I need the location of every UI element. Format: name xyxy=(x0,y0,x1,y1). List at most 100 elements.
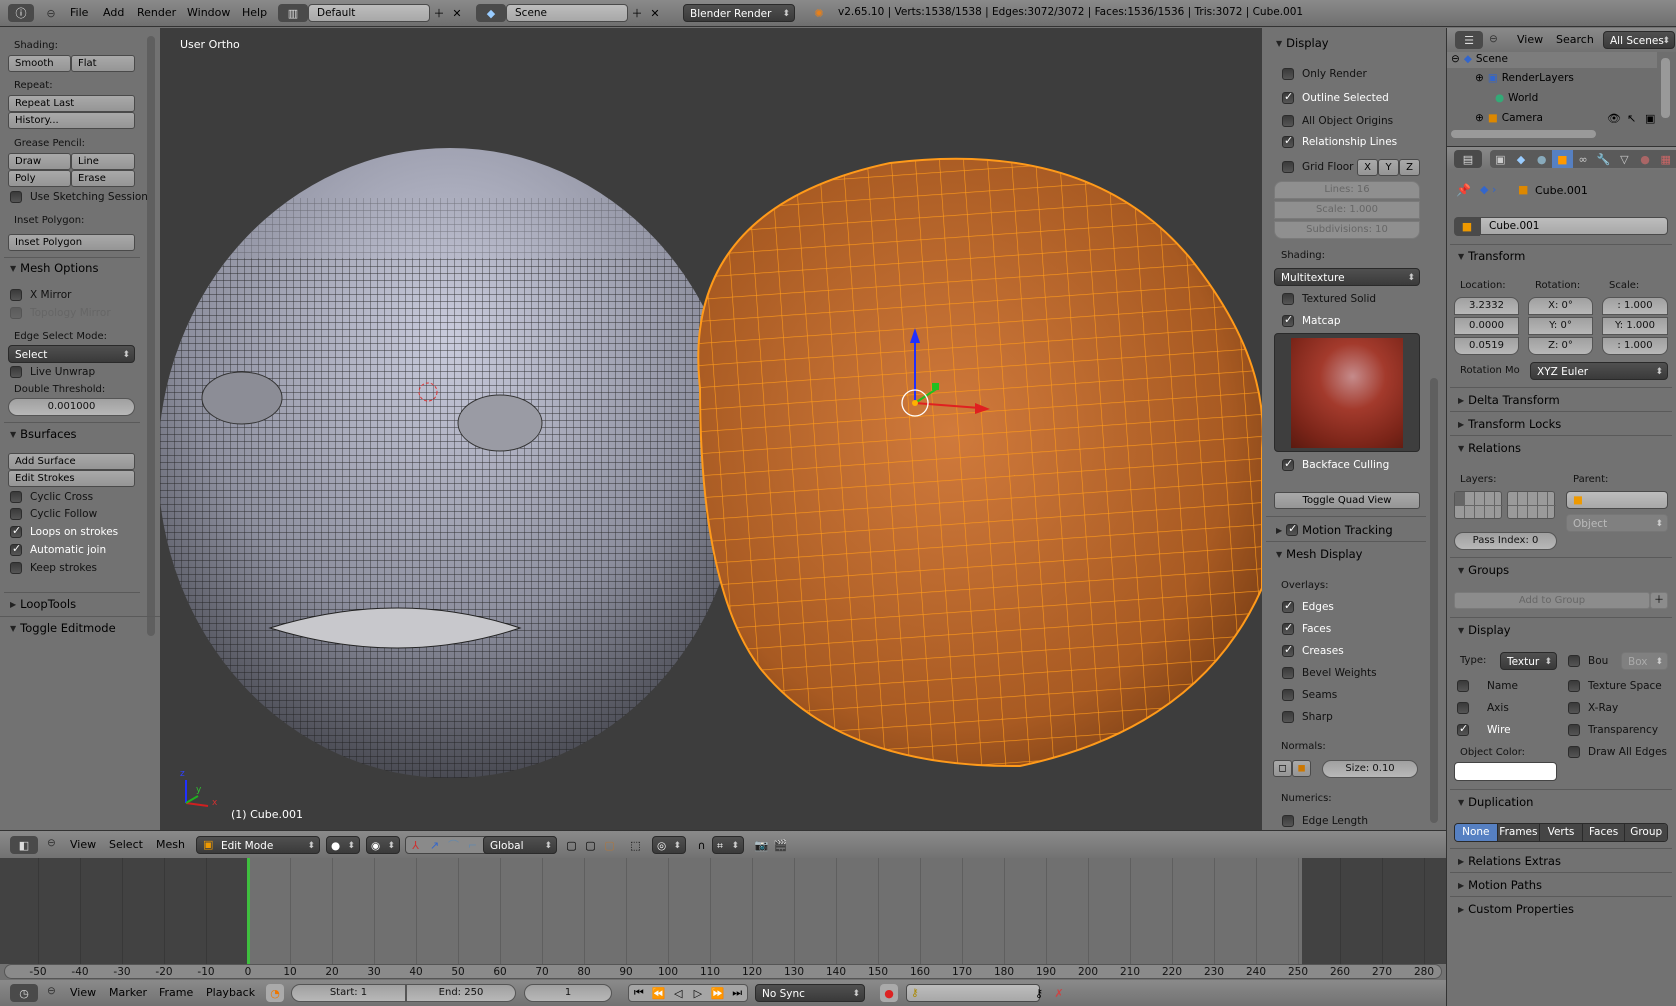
rotation-y-field[interactable]: Y: 0° xyxy=(1528,317,1593,335)
object-browse-icon[interactable]: ■ xyxy=(1454,217,1480,236)
toggle-quad-view-button[interactable]: Toggle Quad View xyxy=(1274,492,1420,509)
mesh-options-panel-header[interactable]: ▼ Mesh Options xyxy=(10,261,98,275)
modifiers-tab-icon[interactable]: 🔧 xyxy=(1593,150,1614,168)
dup-faces-option[interactable]: Faces xyxy=(1581,824,1625,841)
draw-button[interactable]: Draw xyxy=(8,153,71,170)
grid-axis-z-toggle[interactable]: Z xyxy=(1399,159,1420,176)
bevel-weights-checkbox[interactable]: Bevel Weights xyxy=(1282,667,1377,679)
inset-polygon-button[interactable]: Inset Polygon xyxy=(8,234,135,251)
transform-panel-header[interactable]: ▼ Transform xyxy=(1458,249,1525,263)
outliner-horizontal-scrollbar[interactable] xyxy=(1451,130,1596,138)
render-engine-dropdown[interactable]: Blender Render xyxy=(683,4,795,23)
toggle-editmode-panel-header[interactable]: ▼ Toggle Editmode xyxy=(10,621,116,635)
grid-floor-checkbox[interactable]: Grid Floor xyxy=(1282,161,1354,173)
menu-file[interactable]: File xyxy=(70,6,88,19)
edge-select-icon[interactable]: ▢ xyxy=(581,836,600,854)
parent-type-dropdown[interactable]: Object xyxy=(1566,514,1668,533)
checkbox-icon[interactable] xyxy=(1282,313,1294,327)
checkbox-icon[interactable] xyxy=(10,508,22,520)
bounds-type-dropdown[interactable]: Box xyxy=(1621,652,1668,671)
manipulator-toggle-icon[interactable]: ⅄ xyxy=(406,837,425,853)
auto-keying-record-icon[interactable]: ● xyxy=(880,984,898,1002)
scale-manipulator-icon[interactable]: ⌐ xyxy=(463,837,482,853)
sharp-checkbox[interactable]: Sharp xyxy=(1282,711,1333,723)
outliner-item-renderlayers[interactable]: ⊕ ▣ RenderLayers xyxy=(1475,72,1574,84)
edit-strokes-button[interactable]: Edit Strokes xyxy=(8,470,135,487)
textured-solid-checkbox[interactable]: Textured Solid xyxy=(1282,293,1376,305)
timeline-menu-marker[interactable]: Marker xyxy=(109,986,147,999)
checkbox-icon[interactable] xyxy=(10,191,22,203)
timeline-menu-view[interactable]: View xyxy=(70,986,96,999)
groups-panel-header[interactable]: ▼ Groups xyxy=(1458,563,1509,577)
double-threshold-field[interactable]: 0.001000 xyxy=(8,398,135,416)
outliner-menu-view[interactable]: View xyxy=(1517,33,1543,46)
delete-keyframe-icon[interactable]: ✗ xyxy=(1050,984,1068,1002)
add-surface-button[interactable]: Add Surface xyxy=(8,453,135,470)
checkbox-icon[interactable] xyxy=(10,524,22,538)
checkbox-icon[interactable] xyxy=(1282,711,1294,723)
face-select-icon[interactable]: ▢ xyxy=(600,836,619,854)
outline-selected-checkbox[interactable]: Outline Selected xyxy=(1282,90,1389,104)
current-frame-field[interactable]: 1 xyxy=(524,984,612,1002)
material-tab-icon[interactable]: ● xyxy=(1635,150,1656,168)
axis-checkbox[interactable]: Axis xyxy=(1457,702,1509,714)
location-z-field[interactable]: 0.0519 xyxy=(1454,337,1519,355)
transform-orientation-dropdown[interactable]: Global xyxy=(483,836,557,855)
texture-tab-icon[interactable]: ▦ xyxy=(1655,150,1676,168)
expand-icon[interactable]: ⊕ xyxy=(1475,112,1484,124)
end-frame-field[interactable]: End: 250 xyxy=(406,984,516,1002)
checkbox-icon[interactable] xyxy=(1282,815,1294,827)
orange-head-mesh-selected[interactable] xyxy=(697,157,1262,768)
collapse-menu-icon[interactable]: ⊖ xyxy=(1489,33,1498,45)
delta-transform-panel-header[interactable]: ▶ Delta Transform xyxy=(1458,393,1560,407)
dup-verts-option[interactable]: Verts xyxy=(1539,824,1582,841)
cyclic-follow-checkbox[interactable]: Cyclic Follow xyxy=(10,508,97,520)
checkbox-icon[interactable] xyxy=(1568,655,1580,667)
collapse-icon[interactable]: ⊖ xyxy=(1451,53,1460,65)
info-editor-type-icon[interactable]: ⓘ xyxy=(8,4,34,22)
history-button[interactable]: History... xyxy=(8,112,135,129)
world-tab-icon[interactable]: ● xyxy=(1531,150,1552,168)
vertex-normals-toggle-icon[interactable]: ◻ xyxy=(1273,760,1292,777)
scale-x-field[interactable]: : 1.000 xyxy=(1602,297,1668,315)
object-tab-icon[interactable]: ■ xyxy=(1552,150,1573,168)
bounds-checkbox[interactable]: Bou xyxy=(1568,655,1608,667)
sync-mode-dropdown[interactable]: No Sync xyxy=(755,984,865,1003)
checkbox-icon[interactable] xyxy=(10,307,22,319)
timeline-area[interactable] xyxy=(0,858,1446,964)
scene-layers-grid-2[interactable] xyxy=(1507,491,1556,519)
only-render-checkbox[interactable]: Only Render xyxy=(1282,68,1367,80)
smooth-button[interactable]: Smooth xyxy=(8,55,71,72)
line-button[interactable]: Line xyxy=(71,153,135,170)
translate-manipulator-icon[interactable]: ↗ xyxy=(425,837,444,853)
checkbox-icon[interactable] xyxy=(1568,702,1580,714)
grid-axis-x-toggle[interactable]: X xyxy=(1357,159,1378,176)
data-tab-icon[interactable]: ▽ xyxy=(1614,150,1635,168)
x-mirror-checkbox[interactable]: X Mirror xyxy=(10,289,71,301)
previous-keyframe-icon[interactable]: ⏪ xyxy=(649,985,669,1001)
menu-window[interactable]: Window xyxy=(187,6,230,19)
expand-icon[interactable]: ⊕ xyxy=(1475,72,1484,84)
delete-scene-icon[interactable]: ✕ xyxy=(646,4,664,22)
vertex-select-icon[interactable]: ▢ xyxy=(562,836,581,854)
duplication-panel-header[interactable]: ▼ Duplication xyxy=(1458,795,1533,809)
menu-select[interactable]: Select xyxy=(109,838,143,851)
checkbox-icon[interactable] xyxy=(1282,115,1294,127)
menu-render[interactable]: Render xyxy=(137,6,176,19)
display-panel-header[interactable]: ▼ Display xyxy=(1458,623,1511,637)
display-type-dropdown[interactable]: Textur xyxy=(1500,652,1557,671)
constraints-tab-icon[interactable]: ∞ xyxy=(1573,150,1594,168)
all-object-origins-checkbox[interactable]: All Object Origins xyxy=(1282,115,1393,127)
timeline-menu-frame[interactable]: Frame xyxy=(159,986,193,999)
grid-scale-field[interactable]: Scale: 1.000 xyxy=(1274,201,1420,219)
grid-axis-y-toggle[interactable]: Y xyxy=(1378,159,1399,176)
pivot-point-dropdown[interactable]: ◉ xyxy=(366,836,400,855)
texture-space-checkbox[interactable]: Texture Space xyxy=(1568,680,1662,692)
collapse-menu-icon[interactable]: ⊖ xyxy=(47,985,56,997)
menu-view[interactable]: View xyxy=(70,838,96,851)
add-scene-icon[interactable]: ＋ xyxy=(628,4,646,22)
object-name-field[interactable]: Cube.001 xyxy=(1480,217,1668,235)
play-icon[interactable]: ▷ xyxy=(688,985,708,1001)
checkbox-icon[interactable] xyxy=(10,491,22,503)
location-y-field[interactable]: 0.0000 xyxy=(1454,317,1519,335)
